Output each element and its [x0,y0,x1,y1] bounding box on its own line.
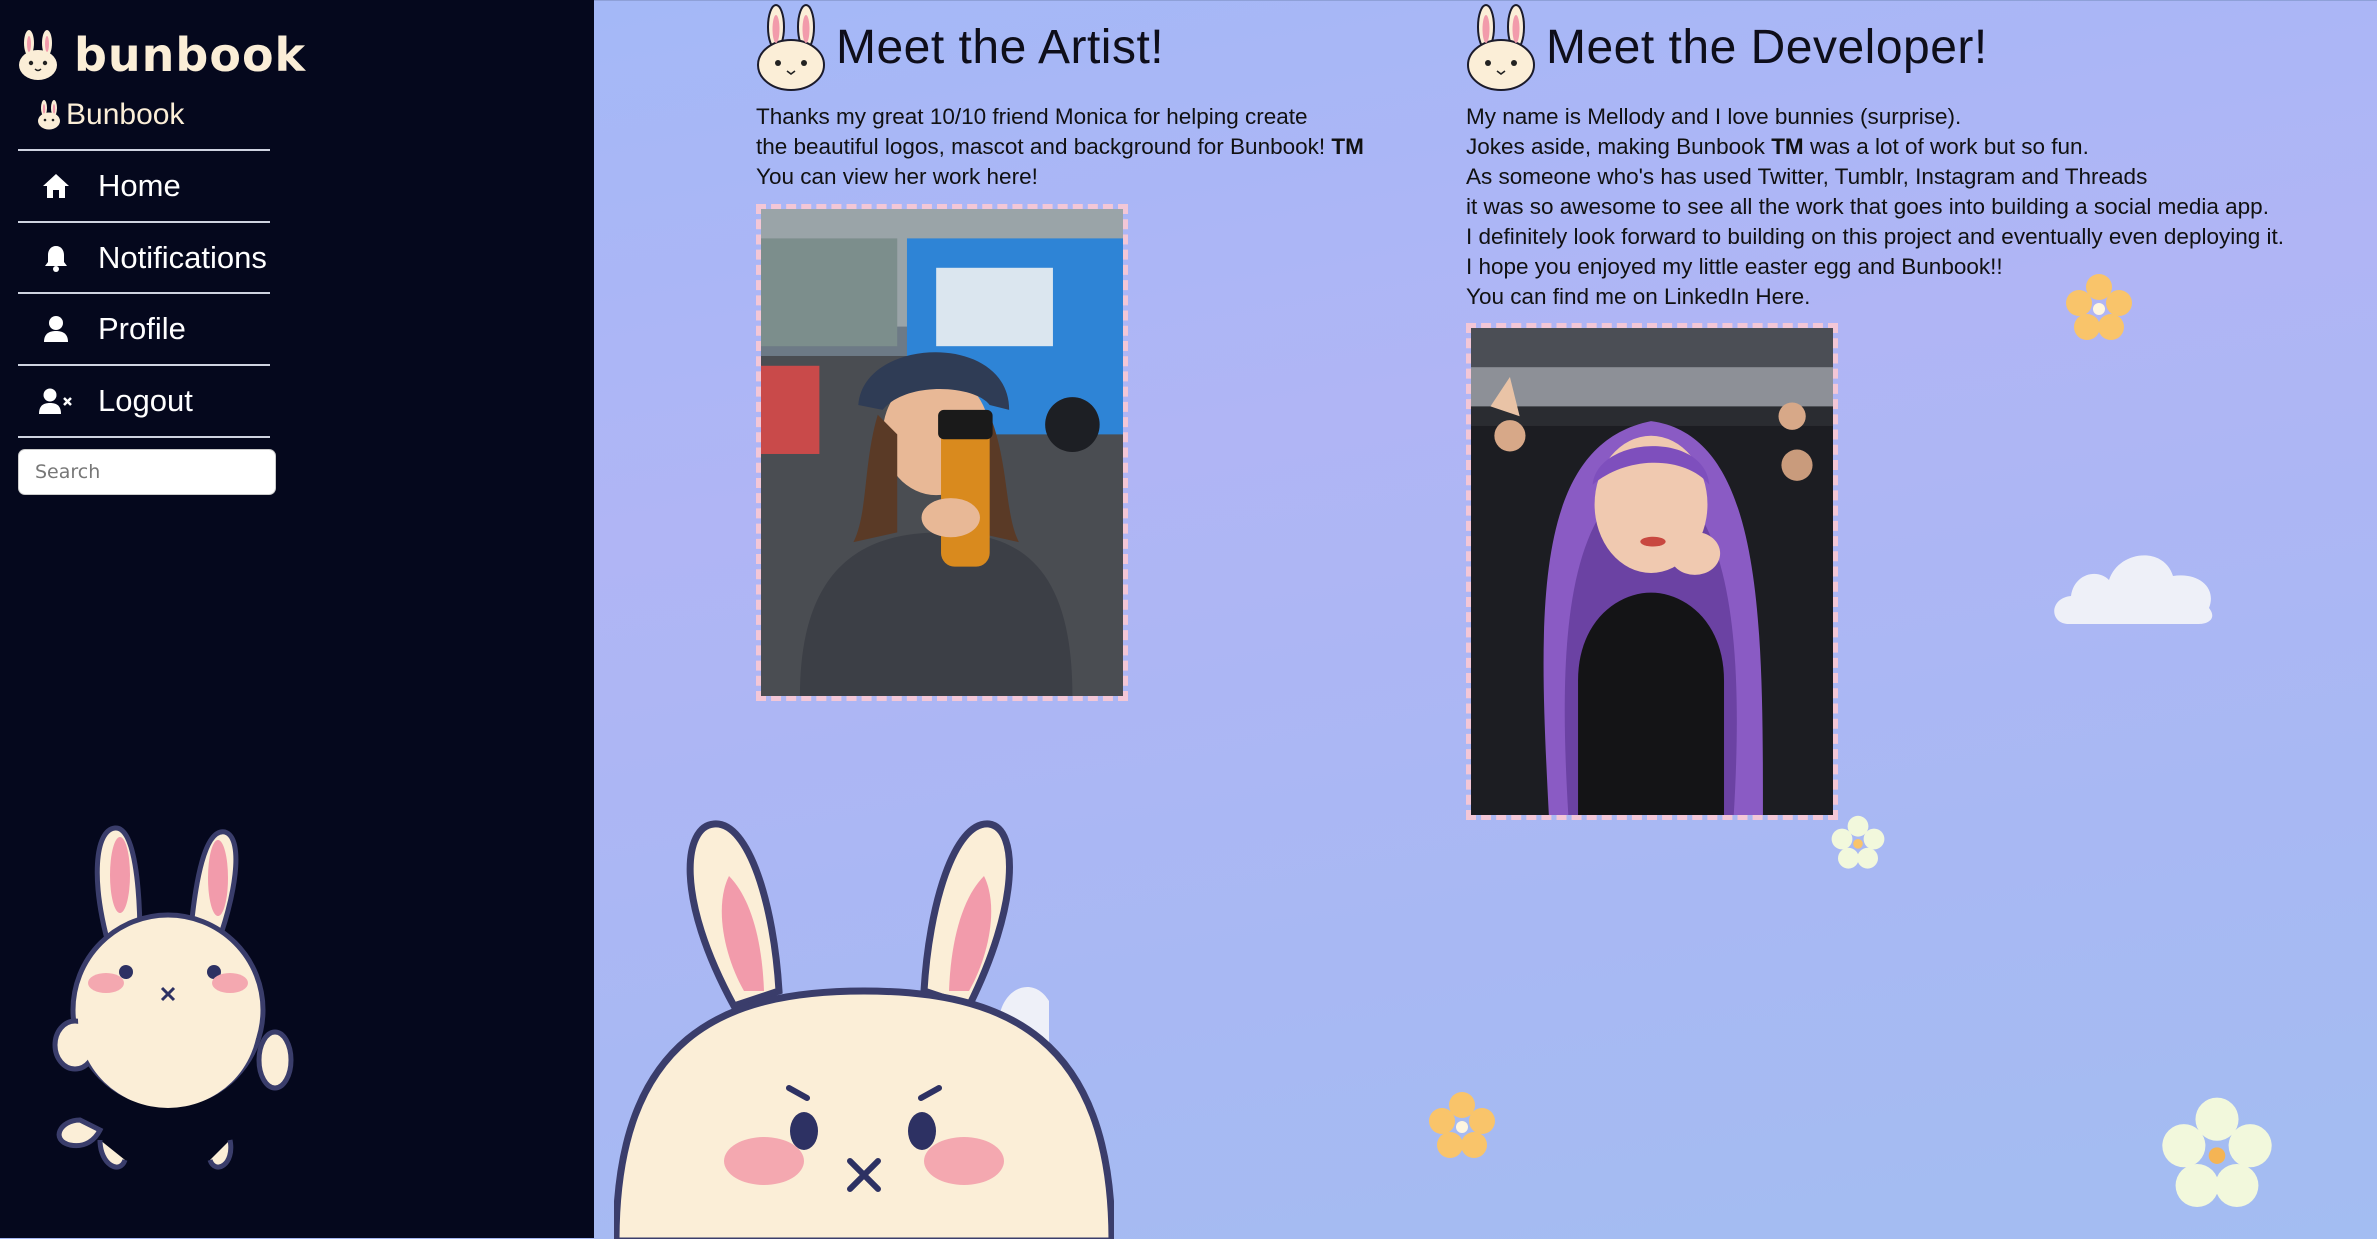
nav-profile[interactable]: Profile [18,295,270,363]
nav-divider [18,436,270,438]
bunny-heading-icon [757,4,825,91]
sidebar: bunbook Bunbook Home Notifications Profi… [0,0,594,1238]
nav-notifications[interactable]: Notifications [18,224,270,292]
developer-text-line: As someone who's has used Twitter, Tumbl… [1466,164,2148,189]
nav-logout[interactable]: Logout [18,367,270,435]
user-remove-icon [34,387,78,415]
artist-photo [756,204,1128,701]
trademark-label: TM [1331,134,1364,159]
flower-decoration [1429,1092,1495,1158]
artist-heading: Meet the Artist! [754,3,1164,91]
brand-title: bunbook [74,28,307,82]
flower-decoration [1831,815,1885,869]
artist-work-link[interactable]: here [987,164,1032,189]
developer-text-line: Jokes aside, making Bunbook [1466,134,1772,159]
developer-photo [1466,323,1838,820]
bell-icon [34,244,78,272]
developer-text-punct: . [1804,284,1811,309]
artist-text-line: You can view her work [756,164,987,189]
nav-home[interactable]: Home [18,152,270,220]
nav-divider [18,221,270,223]
brand-logo[interactable]: bunbook [16,28,306,82]
developer-title: Meet the Developer! [1546,20,1988,74]
developer-text: My name is Mellody and I love bunnies (s… [1466,102,2284,312]
bunny-heading-icon [1467,4,1535,91]
user-icon [34,315,78,343]
nav-logout-label: Logout [98,383,193,418]
cloud-decoration [2054,555,2213,624]
developer-heading: Meet the Developer! [1464,3,1988,91]
artist-text-line: the beautiful logos, mascot and backgrou… [756,134,1332,159]
search-input[interactable] [18,449,276,495]
artist-text-line: Thanks my great 10/10 friend Monica for … [756,104,1308,129]
nav-notifications-label: Notifications [98,240,267,275]
developer-text-line: My name is Mellody and I love bunnies (s… [1466,104,1962,129]
developer-text-line: I definitely look forward to building on… [1466,224,2284,249]
nav-home-label: Home [98,168,181,203]
developer-text-line: I hope you enjoyed my little easter egg … [1466,254,2003,279]
artist-title: Meet the Artist! [836,20,1165,74]
developer-text-line: it was so awesome to see all the work th… [1466,194,2269,219]
bunny-small-icon [38,100,60,130]
bunny-logo-icon [19,30,57,80]
brand-sub-link[interactable]: Bunbook [36,98,184,132]
nav-divider [18,149,270,151]
nav-divider [18,292,270,294]
flower-decoration [2162,1097,2272,1208]
developer-text-line: was a lot of work but so fun. [1803,134,2089,159]
nav-profile-label: Profile [98,311,186,346]
bunny-mascot-illustration [52,825,294,1170]
artist-text-punct: ! [1031,164,1038,189]
nav-divider [18,364,270,366]
artist-text: Thanks my great 10/10 friend Monica for … [756,102,1364,192]
developer-text-line: You can find me on LinkedIn [1466,284,1756,309]
brand-sub-label: Bunbook [66,98,185,131]
linkedin-link[interactable]: Here [1755,284,1804,309]
main-content: Meet the Artist! Thanks my great 10/10 f… [594,0,2377,1239]
bunny-mascot-large-illustration [614,820,1114,1239]
trademark-label: TM [1771,134,1804,159]
home-icon [34,172,78,200]
